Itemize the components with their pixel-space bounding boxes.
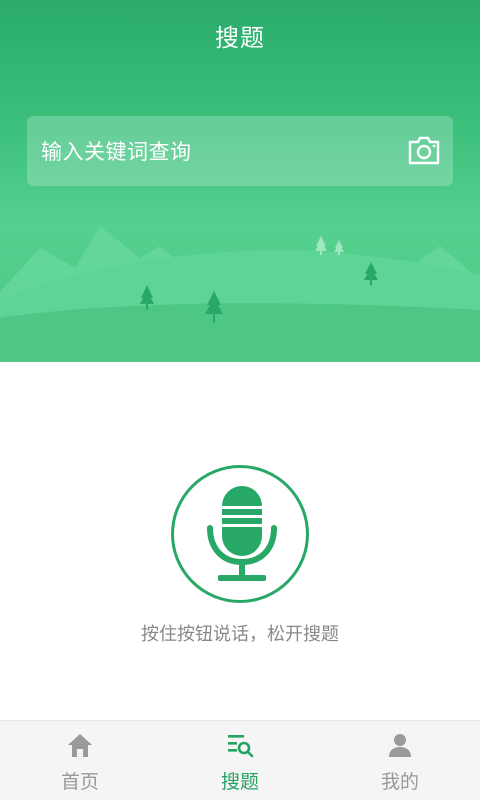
tab-home-label: 首页	[60, 771, 99, 793]
voice-search-area: 按住按钮说话，松开搜题	[0, 362, 480, 720]
search-bar[interactable]: 输入关键词查询	[27, 116, 453, 186]
search-input[interactable]: 输入关键词查询	[41, 136, 192, 166]
microphone-icon	[207, 486, 277, 581]
tab-home[interactable]: 首页	[0, 721, 160, 800]
tab-search-label: 搜题	[220, 771, 259, 793]
user-icon	[389, 734, 411, 757]
search-list-icon	[228, 735, 254, 758]
voice-hint: 按住按钮说话，松开搜题	[141, 624, 339, 645]
tab-search[interactable]: 搜题	[160, 721, 320, 800]
header-banner: 搜题 输入关键词查询	[0, 0, 480, 362]
home-icon	[68, 734, 92, 757]
bottom-tab-bar: 首页 搜题 我的	[0, 720, 480, 800]
voice-search-button[interactable]	[171, 465, 309, 603]
tab-profile-label: 我的	[380, 771, 419, 793]
camera-icon[interactable]	[407, 134, 441, 166]
tab-profile[interactable]: 我的	[320, 721, 480, 800]
page-title: 搜题	[215, 24, 265, 52]
